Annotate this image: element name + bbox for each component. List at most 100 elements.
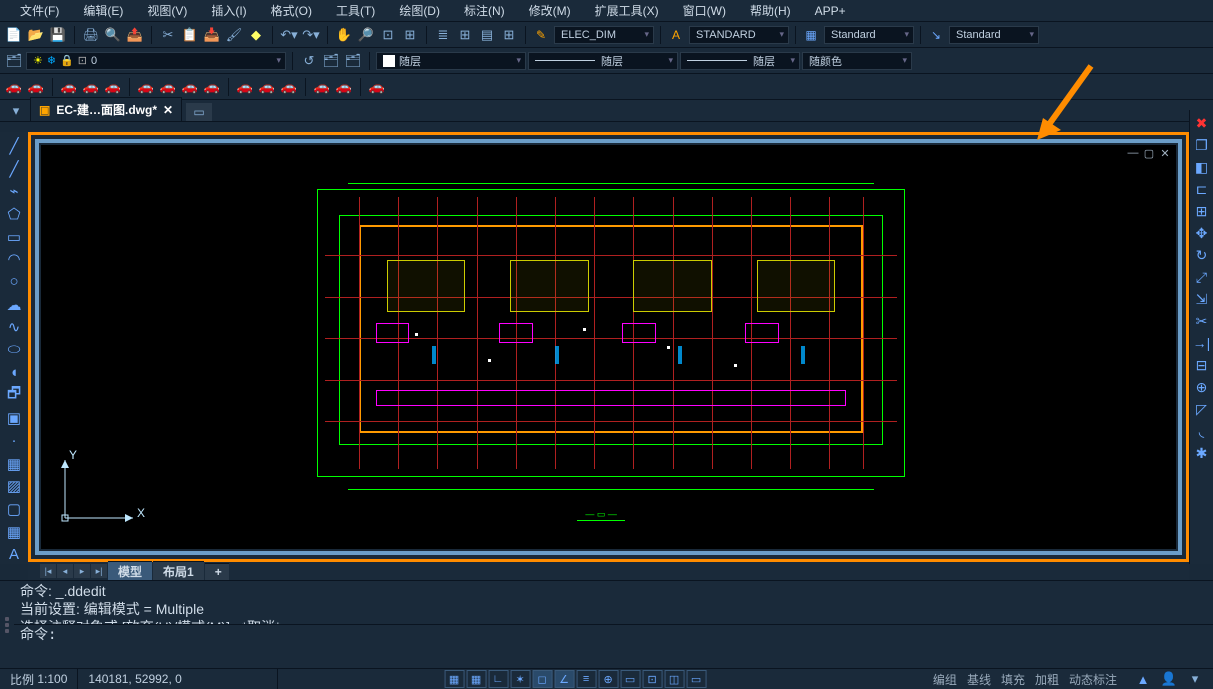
child-min-icon[interactable]: — [1126, 147, 1140, 161]
vp-7-icon[interactable]: 🚗 [158, 77, 178, 97]
vp-1-icon[interactable]: 🚗 [4, 77, 24, 97]
tab-add-layout[interactable]: + [205, 563, 229, 580]
block-icon[interactable]: ▣ [3, 408, 25, 428]
color-combo[interactable]: 随层 [376, 52, 526, 70]
drawing-area[interactable]: — ▢ ✕ [41, 145, 1176, 549]
lwt-toggle[interactable]: ≡ [576, 670, 596, 688]
fillet-icon[interactable]: ◟ [1192, 422, 1212, 440]
matchprop-icon[interactable]: 🖌 [224, 25, 244, 45]
pan-icon[interactable]: ✋ [334, 25, 354, 45]
layer-mgr-icon[interactable]: 🗂 [4, 51, 24, 71]
vp-5-icon[interactable]: 🚗 [103, 77, 123, 97]
menu-window[interactable]: 窗口(W) [671, 0, 738, 21]
grid-toggle[interactable]: ▦ [466, 670, 486, 688]
erase-icon[interactable]: ✖ [1192, 114, 1212, 132]
ortho-toggle[interactable]: ∟ [488, 670, 508, 688]
gradient-icon[interactable]: ▨ [3, 476, 25, 496]
tab-model[interactable]: 模型 [108, 561, 152, 581]
layer-off-icon[interactable]: 🗂 [343, 51, 363, 71]
child-max-icon[interactable]: ▢ [1142, 147, 1156, 161]
otrack-toggle[interactable]: ∠ [554, 670, 574, 688]
snap-toggle[interactable]: ▦ [444, 670, 464, 688]
hatch-icon[interactable]: ▦ [3, 454, 25, 474]
menu-app[interactable]: APP+ [803, 2, 858, 20]
layer-combo[interactable]: ☀❄🔒⊡ 0 [26, 52, 286, 70]
tab-close-icon[interactable]: ✕ [163, 103, 173, 117]
status-fill[interactable]: 填充 [1001, 671, 1025, 688]
menu-tools[interactable]: 工具(T) [324, 0, 387, 21]
print-icon[interactable]: 🖨 [81, 25, 101, 45]
stretch-icon[interactable]: ⇲ [1192, 290, 1212, 308]
vp-6-icon[interactable]: 🚗 [136, 77, 156, 97]
osnap-toggle[interactable]: ◻ [532, 670, 552, 688]
arc-icon[interactable]: ◠ [3, 249, 25, 269]
array-icon[interactable]: ⊞ [1192, 202, 1212, 220]
tablestyle-combo[interactable]: Standard [824, 26, 914, 44]
zoom-rt-icon[interactable]: 🔎 [356, 25, 376, 45]
revcloud-icon[interactable]: ☁ [3, 295, 25, 315]
menu-dim[interactable]: 标注(N) [452, 0, 517, 21]
status-bold[interactable]: 加粗 [1035, 671, 1059, 688]
status-scale[interactable]: 比例 1:100 [0, 669, 78, 689]
join-icon[interactable]: ⊕ [1192, 378, 1212, 396]
vp-14-icon[interactable]: 🚗 [334, 77, 354, 97]
move-icon[interactable]: ✥ [1192, 224, 1212, 242]
settings-expand-icon[interactable]: ▾ [1185, 669, 1205, 689]
tab-last-icon[interactable]: ▸| [91, 564, 107, 578]
open-icon[interactable]: 📂 [26, 25, 46, 45]
properties-icon[interactable]: ≣ [433, 25, 453, 45]
polar-toggle[interactable]: ✶ [510, 670, 530, 688]
copy-obj-icon[interactable]: ❐ [1192, 136, 1212, 154]
xline-icon[interactable]: ╱ [3, 159, 25, 179]
cut-icon[interactable]: ✂ [158, 25, 178, 45]
document-tab[interactable]: ▣ EC-建…面图.dwg* ✕ [30, 97, 182, 121]
pline-icon[interactable]: ⌁ [3, 181, 25, 201]
polygon-icon[interactable]: ⬠ [3, 204, 25, 224]
chamfer-icon[interactable]: ◸ [1192, 400, 1212, 418]
layer-iso-icon[interactable]: 🗂 [321, 51, 341, 71]
trim-icon[interactable]: ✂ [1192, 312, 1212, 330]
status-group[interactable]: 编组 [933, 671, 957, 688]
region-icon[interactable]: ▢ [3, 499, 25, 519]
table-icon[interactable]: ▦ [3, 522, 25, 542]
explode-icon[interactable]: ✱ [1192, 444, 1212, 462]
vp-3-icon[interactable]: 🚗 [59, 77, 79, 97]
menu-format[interactable]: 格式(O) [259, 0, 324, 21]
dyn-toggle[interactable]: ⊕ [598, 670, 618, 688]
menu-insert[interactable]: 插入(I) [199, 0, 258, 21]
new-tab-button[interactable]: ▭ [186, 103, 212, 121]
plotstyle-combo[interactable]: 随颜色 [802, 52, 912, 70]
dimstyle-combo[interactable]: ELEC_DIM [554, 26, 654, 44]
zoom-win-icon[interactable]: ⊡ [378, 25, 398, 45]
calc-icon[interactable]: ⊞ [499, 25, 519, 45]
new-icon[interactable]: 📄 [4, 25, 24, 45]
copy-icon[interactable]: 📋 [180, 25, 200, 45]
user-icon[interactable]: 👤 [1159, 669, 1179, 689]
mirror-icon[interactable]: ◧ [1192, 158, 1212, 176]
rotate-icon[interactable]: ↻ [1192, 246, 1212, 264]
vp-9-icon[interactable]: 🚗 [202, 77, 222, 97]
mtext-icon[interactable]: A [3, 544, 25, 564]
circle-icon[interactable]: ○ [3, 272, 25, 292]
lineweight-combo[interactable]: 随层 [680, 52, 800, 70]
vp-12-icon[interactable]: 🚗 [279, 77, 299, 97]
menu-file[interactable]: 文件(F) [8, 0, 71, 21]
model-toggle[interactable]: ▭ [686, 670, 706, 688]
rect-icon[interactable]: ▭ [3, 227, 25, 247]
status-base[interactable]: 基线 [967, 671, 991, 688]
tab-layout1[interactable]: 布局1 [153, 561, 204, 581]
eraser-icon[interactable]: ◆ [246, 25, 266, 45]
vp-8-icon[interactable]: 🚗 [180, 77, 200, 97]
line-icon[interactable]: ╱ [3, 136, 25, 156]
save-icon[interactable]: 💾 [48, 25, 68, 45]
redo-icon[interactable]: ↷▾ [301, 25, 321, 45]
tab-prev-icon[interactable]: ◂ [57, 564, 73, 578]
textstyle-combo[interactable]: STANDARD [689, 26, 789, 44]
tab-next-icon[interactable]: ▸ [74, 564, 90, 578]
point-icon[interactable]: · [3, 431, 25, 451]
tab-first-icon[interactable]: |◂ [40, 564, 56, 578]
preview-icon[interactable]: 🔍 [103, 25, 123, 45]
vp-10-icon[interactable]: 🚗 [235, 77, 255, 97]
status-dyndim[interactable]: 动态标注 [1069, 671, 1117, 688]
mleader-combo[interactable]: Standard [949, 26, 1039, 44]
